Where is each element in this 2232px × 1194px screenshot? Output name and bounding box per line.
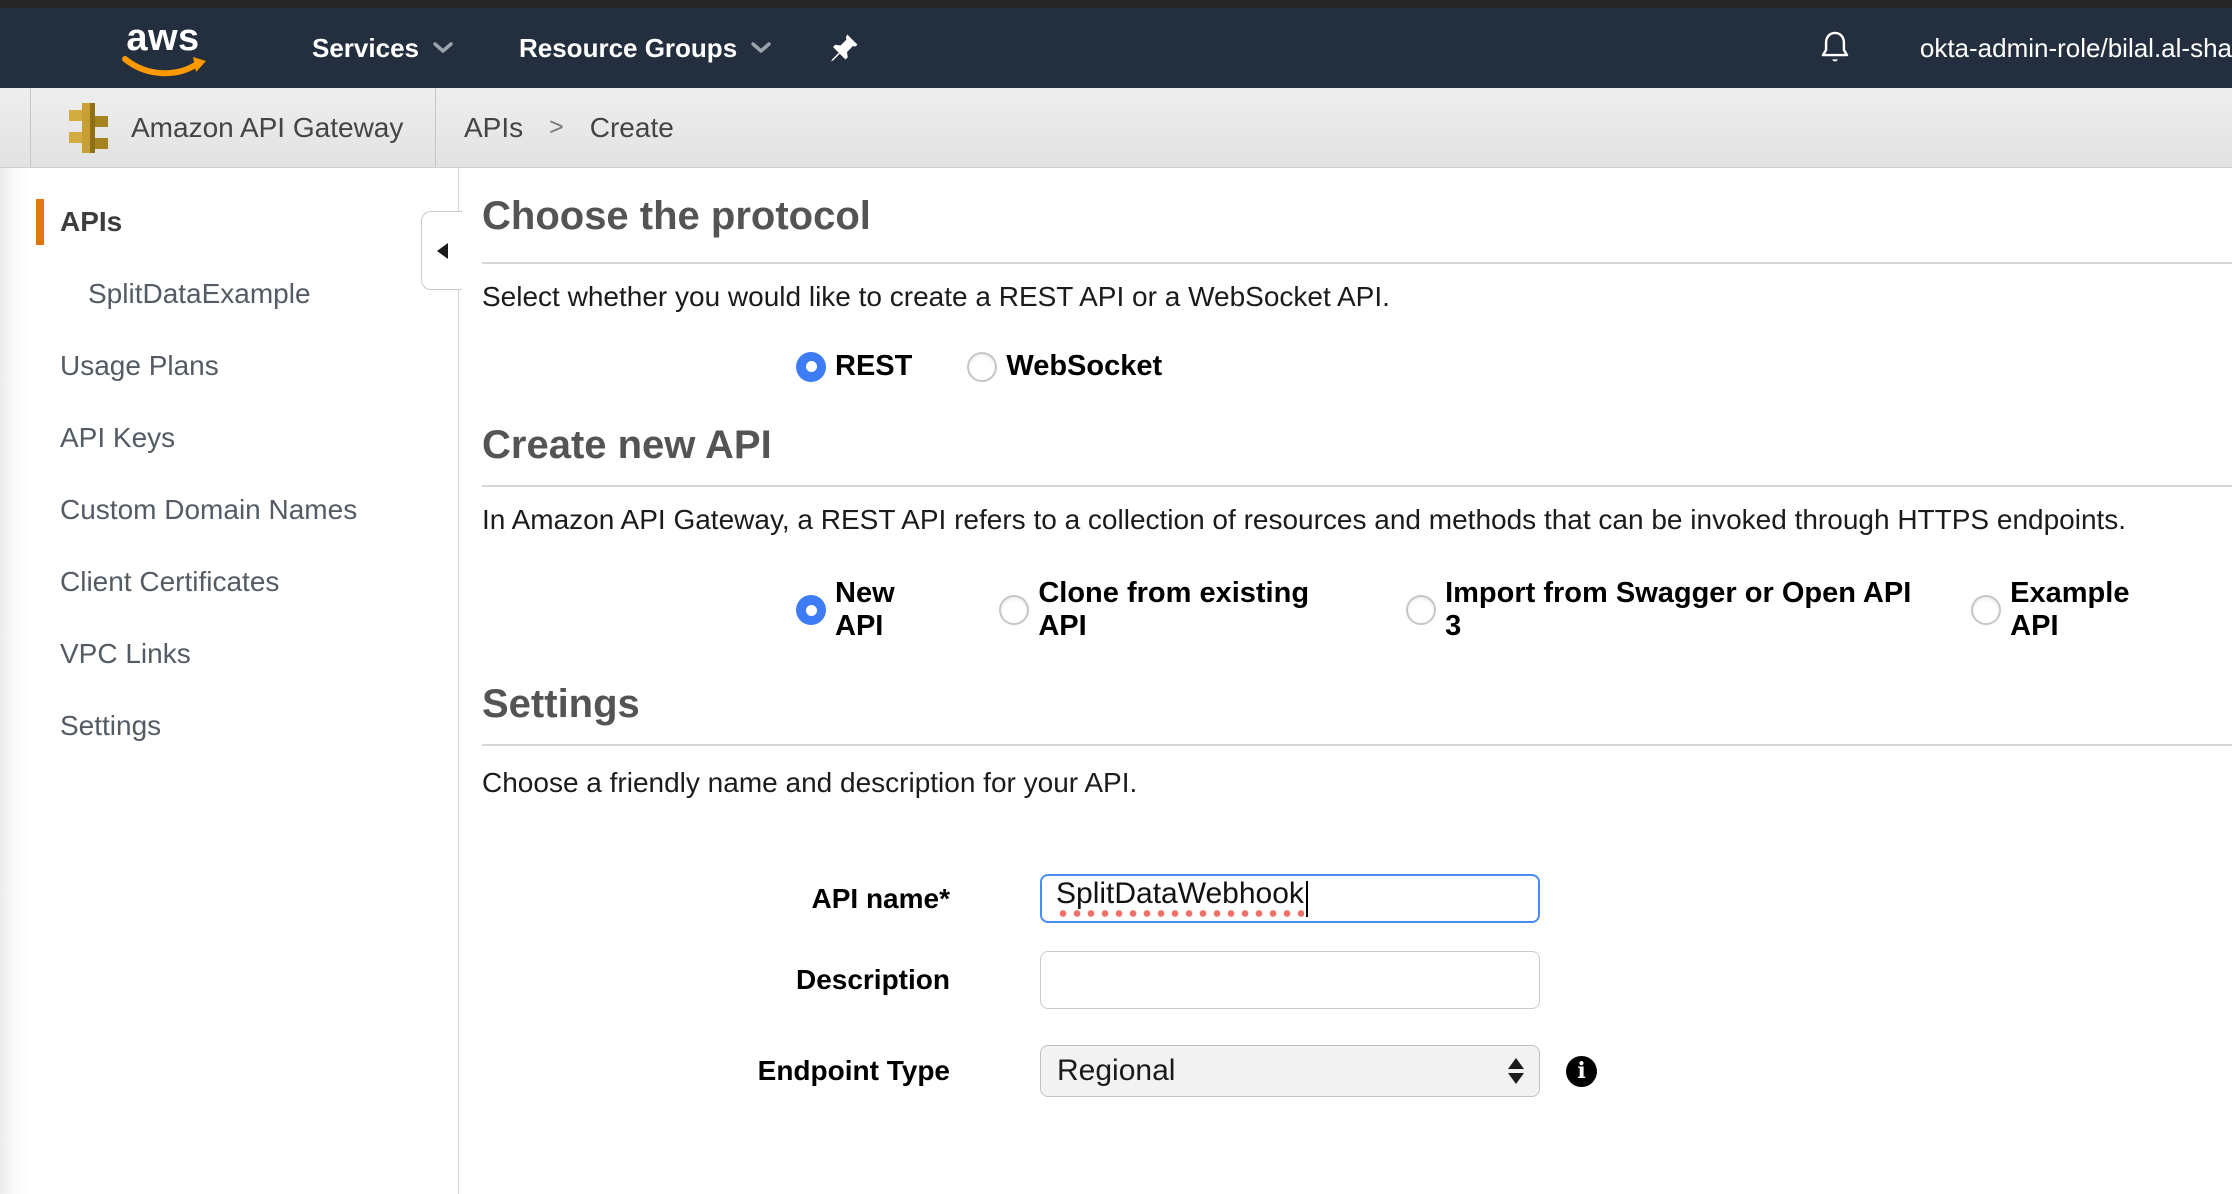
sidebar-item-usage-plans[interactable]: Usage Plans bbox=[0, 330, 458, 402]
endpoint-type-select[interactable]: Regional bbox=[1040, 1045, 1540, 1097]
radio-option-rest[interactable]: REST bbox=[796, 350, 912, 383]
pushpin-icon[interactable] bbox=[829, 33, 859, 63]
sidebar-item-label: SplitDataExample bbox=[88, 278, 311, 310]
section-divider bbox=[482, 485, 2232, 487]
aws-logo[interactable]: aws bbox=[118, 19, 208, 77]
description-input[interactable] bbox=[1040, 951, 1540, 1009]
api-settings-form: API name* SplitDataWebhook Description E… bbox=[482, 874, 2232, 1097]
radio-dot bbox=[806, 361, 817, 372]
aws-logo-text: aws bbox=[126, 19, 199, 57]
aws-smile-icon bbox=[119, 55, 207, 77]
page-body: APIs SplitDataExample Usage Plans API Ke… bbox=[0, 168, 2232, 1194]
breadcrumb: APIs > Create bbox=[464, 112, 674, 144]
breadcrumb-left-pad bbox=[0, 88, 30, 167]
settings-section-description: Choose a friendly name and description f… bbox=[482, 766, 2232, 800]
bell-icon[interactable] bbox=[1816, 28, 1854, 68]
divider bbox=[435, 88, 436, 167]
api-name-input[interactable]: SplitDataWebhook bbox=[1040, 874, 1540, 923]
sidebar-item-vpc-links[interactable]: VPC Links bbox=[0, 618, 458, 690]
radio-selected-icon bbox=[796, 352, 826, 382]
chevron-down-icon bbox=[751, 42, 771, 54]
sidebar-item-splitdataexample[interactable]: SplitDataExample bbox=[0, 258, 458, 330]
sidebar-item-label: APIs bbox=[60, 206, 122, 238]
breadcrumb-current-page: Create bbox=[590, 112, 674, 144]
sidebar-collapse-button[interactable] bbox=[421, 211, 462, 290]
account-menu[interactable]: okta-admin-role/bilal.al-sha bbox=[1920, 33, 2232, 64]
radio-option-import-swagger[interactable]: Import from Swagger or Open API 3 bbox=[1406, 577, 1916, 643]
section-divider bbox=[482, 744, 2232, 746]
radio-option-label: REST bbox=[835, 350, 912, 383]
arrow-down-icon bbox=[1508, 1073, 1524, 1084]
text-cursor bbox=[1306, 881, 1308, 917]
arrow-up-icon bbox=[1508, 1058, 1524, 1069]
api-gateway-icon bbox=[65, 102, 111, 154]
sidebar-item-settings[interactable]: Settings bbox=[0, 690, 458, 762]
radio-unselected-icon bbox=[999, 595, 1029, 625]
chevron-down-icon bbox=[433, 42, 453, 54]
sidebar-item-label: Custom Domain Names bbox=[60, 494, 357, 526]
nav-resource-groups-menu[interactable]: Resource Groups bbox=[519, 33, 771, 64]
aws-console-screen: aws Services Resource Groups bbox=[0, 0, 2232, 1194]
window-top-strip bbox=[0, 0, 2232, 8]
active-indicator bbox=[36, 199, 44, 245]
collapse-left-icon bbox=[437, 243, 448, 259]
radio-option-label: WebSocket bbox=[1006, 350, 1162, 383]
radio-option-label: New API bbox=[835, 577, 944, 643]
select-stepper-icon bbox=[1508, 1058, 1524, 1084]
radio-option-label: Clone from existing API bbox=[1038, 577, 1351, 643]
protocol-section-title: Choose the protocol bbox=[482, 192, 2232, 240]
service-home-link[interactable]: Amazon API Gateway bbox=[31, 102, 435, 154]
breadcrumb-apis-link[interactable]: APIs bbox=[464, 112, 523, 144]
sidebar-item-apis[interactable]: APIs bbox=[0, 186, 458, 258]
description-row: Description bbox=[482, 951, 2232, 1009]
section-divider bbox=[482, 262, 2232, 264]
service-name: Amazon API Gateway bbox=[131, 112, 403, 144]
radio-dot bbox=[806, 605, 817, 616]
sidebar-item-label: VPC Links bbox=[60, 638, 191, 670]
sidebar-item-label: API Keys bbox=[60, 422, 175, 454]
endpoint-type-value: Regional bbox=[1057, 1054, 1175, 1088]
nav-services-label: Services bbox=[312, 33, 419, 64]
radio-option-new-api[interactable]: New API bbox=[796, 577, 944, 643]
protocol-radio-group: REST WebSocket bbox=[796, 350, 2232, 383]
radio-unselected-icon bbox=[1971, 595, 2001, 625]
nav-right-group: okta-admin-role/bilal.al-sha bbox=[1816, 28, 2232, 68]
sidebar-navigation: APIs SplitDataExample Usage Plans API Ke… bbox=[0, 168, 459, 1194]
api-name-row: API name* SplitDataWebhook bbox=[482, 874, 2232, 923]
radio-option-clone-existing[interactable]: Clone from existing API bbox=[999, 577, 1351, 643]
radio-option-label: Example API bbox=[2010, 577, 2177, 643]
nav-services-menu[interactable]: Services bbox=[312, 33, 453, 64]
sidebar-item-label: Settings bbox=[60, 710, 161, 742]
radio-option-websocket[interactable]: WebSocket bbox=[967, 350, 1162, 383]
protocol-section-description: Select whether you would like to create … bbox=[482, 280, 2232, 314]
endpoint-type-row: Endpoint Type Regional i bbox=[482, 1045, 2232, 1097]
settings-section-title: Settings bbox=[482, 680, 2232, 728]
info-icon[interactable]: i bbox=[1566, 1056, 1597, 1087]
create-section-description: In Amazon API Gateway, a REST API refers… bbox=[482, 503, 2232, 537]
create-api-radio-group: New API Clone from existing API Import f… bbox=[796, 577, 2232, 643]
top-navigation-bar: aws Services Resource Groups bbox=[0, 8, 2232, 88]
sidebar-item-api-keys[interactable]: API Keys bbox=[0, 402, 458, 474]
radio-selected-icon bbox=[796, 595, 826, 625]
nav-resource-groups-label: Resource Groups bbox=[519, 33, 737, 64]
api-name-value: SplitDataWebhook bbox=[1056, 879, 1304, 918]
breadcrumb-bar: Amazon API Gateway APIs > Create bbox=[0, 88, 2232, 168]
radio-unselected-icon bbox=[1406, 595, 1436, 625]
sidebar-item-label: Client Certificates bbox=[60, 566, 279, 598]
create-section-title: Create new API bbox=[482, 421, 2232, 469]
breadcrumb-separator: > bbox=[549, 113, 564, 142]
description-label: Description bbox=[482, 964, 950, 996]
sidebar-item-custom-domain-names[interactable]: Custom Domain Names bbox=[0, 474, 458, 546]
main-content: Choose the protocol Select whether you w… bbox=[460, 168, 2232, 1194]
endpoint-type-label: Endpoint Type bbox=[482, 1055, 950, 1087]
radio-option-example-api[interactable]: Example API bbox=[1971, 577, 2177, 643]
api-name-label: API name* bbox=[482, 883, 950, 915]
sidebar-item-label: Usage Plans bbox=[60, 350, 219, 382]
radio-unselected-icon bbox=[967, 352, 997, 382]
radio-option-label: Import from Swagger or Open API 3 bbox=[1445, 577, 1916, 643]
sidebar-item-client-certificates[interactable]: Client Certificates bbox=[0, 546, 458, 618]
